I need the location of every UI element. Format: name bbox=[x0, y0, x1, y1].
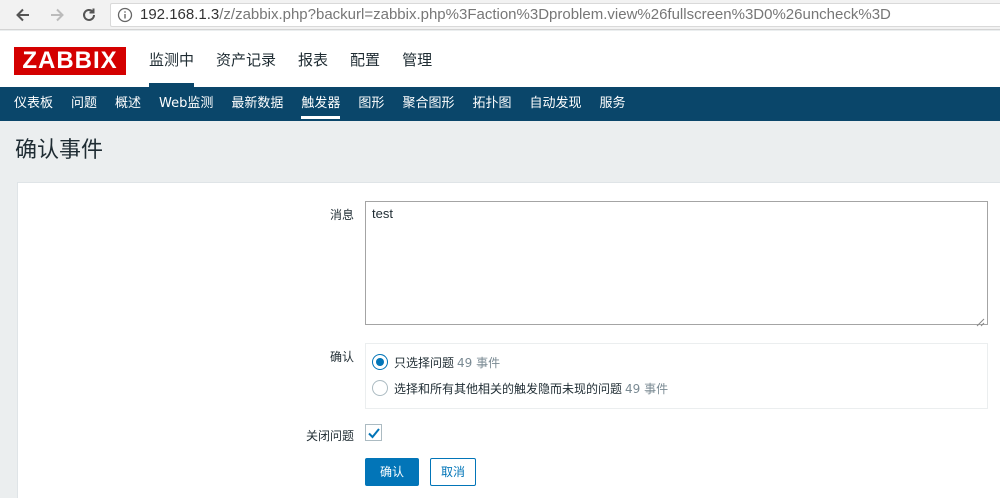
subnav-services[interactable]: 服务 bbox=[590, 87, 634, 121]
reload-icon[interactable] bbox=[78, 4, 100, 26]
acknowledge-button[interactable]: 确认 bbox=[365, 458, 419, 486]
radio-button[interactable] bbox=[372, 380, 388, 396]
menu-reports[interactable]: 报表 bbox=[287, 31, 339, 87]
subnav-graphs[interactable]: 图形 bbox=[349, 87, 393, 121]
cancel-button[interactable]: 取消 bbox=[430, 458, 476, 486]
checkmark-icon bbox=[368, 428, 380, 439]
subnav-problems[interactable]: 问题 bbox=[62, 87, 106, 121]
option1-count: 49 事件 bbox=[457, 355, 501, 370]
subnav-discovery[interactable]: 自动发现 bbox=[520, 87, 590, 121]
subnav-overview[interactable]: 概述 bbox=[106, 87, 150, 121]
url-path: /z/zabbix.php?backurl=zabbix.php%3Factio… bbox=[219, 6, 891, 23]
close-problem-checkbox[interactable] bbox=[365, 424, 382, 441]
back-icon[interactable] bbox=[12, 4, 34, 26]
menu-monitoring[interactable]: 监测中 bbox=[138, 31, 205, 87]
url-host: 192.168.1.3 bbox=[140, 6, 220, 23]
browser-toolbar: 192.168.1.3/z/zabbix.php?backurl=zabbix.… bbox=[0, 0, 1000, 30]
sub-navigation: 仪表板 问题 概述 Web监测 最新数据 触发器 图形 聚合图形 拓扑图 自动发… bbox=[0, 87, 1000, 121]
menu-administration[interactable]: 管理 bbox=[391, 31, 443, 87]
close-problem-label: 关闭问题 bbox=[305, 429, 354, 443]
forward-icon[interactable] bbox=[46, 4, 68, 26]
main-menu: 监测中 资产记录 报表 配置 管理 bbox=[138, 31, 443, 87]
radio-option-selected-problem[interactable]: 只选择问题 49 事件 bbox=[372, 352, 500, 372]
menu-inventory[interactable]: 资产记录 bbox=[205, 31, 287, 87]
subnav-dashboard[interactable]: 仪表板 bbox=[5, 87, 62, 121]
url-text: 192.168.1.3/z/zabbix.php?backurl=zabbix.… bbox=[140, 6, 891, 23]
message-label: 消息 bbox=[329, 208, 354, 222]
message-textarea[interactable]: test bbox=[365, 201, 988, 327]
page-title: 确认事件 bbox=[15, 138, 104, 163]
zabbix-logo[interactable]: ZABBIX bbox=[14, 47, 126, 75]
option2-text: 选择和所有其他相关的触发隐而未现的问题 bbox=[394, 381, 623, 396]
subnav-maps[interactable]: 拓扑图 bbox=[463, 87, 520, 121]
radio-option-related-problems[interactable]: 选择和所有其他相关的触发隐而未现的问题 49 事件 bbox=[372, 378, 668, 398]
app-header: ZABBIX 监测中 资产记录 报表 配置 管理 bbox=[0, 31, 1000, 87]
subnav-screens[interactable]: 聚合图形 bbox=[393, 87, 463, 121]
message-value: test bbox=[372, 206, 393, 221]
info-icon[interactable] bbox=[117, 7, 133, 23]
subnav-triggers[interactable]: 触发器 bbox=[292, 87, 349, 121]
address-bar[interactable]: 192.168.1.3/z/zabbix.php?backurl=zabbix.… bbox=[110, 3, 1000, 27]
subnav-web[interactable]: Web监测 bbox=[150, 87, 222, 121]
resize-grip-icon[interactable] bbox=[975, 312, 985, 327]
option2-count: 49 事件 bbox=[625, 381, 669, 396]
subnav-latest-data[interactable]: 最新数据 bbox=[222, 87, 292, 121]
radio-button-checked[interactable] bbox=[372, 354, 388, 370]
acknowledge-options: 只选择问题 49 事件 选择和所有其他相关的触发隐而未现的问题 49 事件 bbox=[365, 343, 988, 409]
menu-configuration[interactable]: 配置 bbox=[339, 31, 391, 87]
acknowledge-label: 确认 bbox=[329, 350, 354, 364]
option1-text: 只选择问题 bbox=[394, 355, 455, 370]
